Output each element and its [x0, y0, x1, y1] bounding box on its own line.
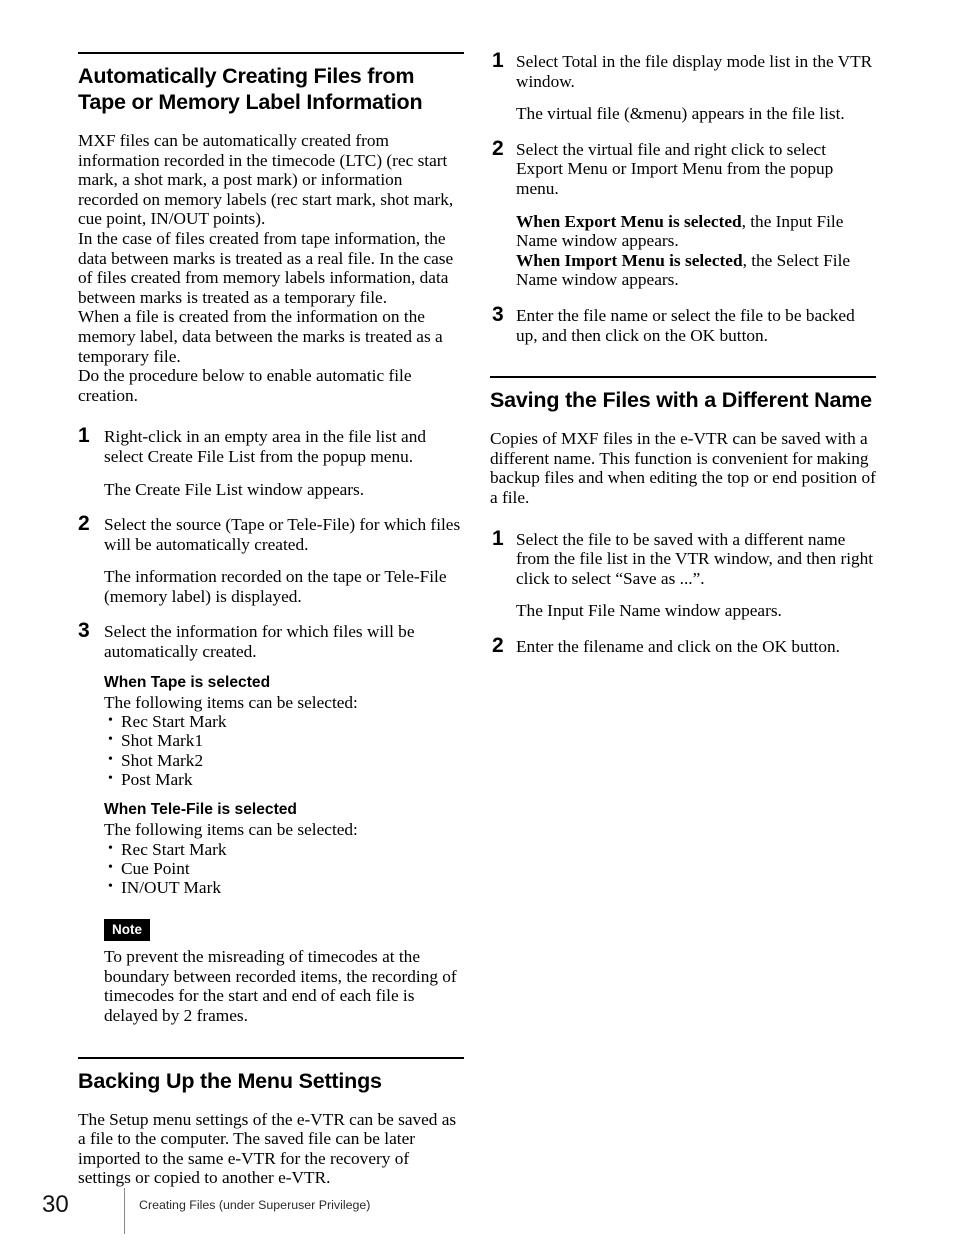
tape-items-list: Rec Start Mark Shot Mark1 Shot Mark2 Pos… [104, 711, 464, 789]
subheading-when-tele-file-is-selected: When Tele-File is selected [104, 801, 297, 819]
step-number: 3 [78, 619, 90, 643]
section-saving-files-different-name: Saving the Files with a Different Name [490, 376, 876, 413]
page-number: 30 [42, 1191, 69, 1218]
step-number: 2 [492, 633, 504, 657]
step-result: The Create File List window appears. [104, 479, 365, 499]
saving-files-intro: Copies of MXF files in the e-VTR can be … [490, 429, 876, 507]
intro-paragraph-4: Do the procedure below to enable automat… [78, 366, 412, 405]
telefile-items-list: Rec Start Mark Cue Point IN/OUT Mark [104, 839, 464, 898]
intro-paragraph-3: When a file is created from the informat… [78, 307, 443, 366]
step-text: Select the source (Tape or Tele-File) fo… [104, 515, 461, 554]
step-number: 3 [492, 302, 504, 326]
step-item: 1 Select the file to be saved with a dif… [490, 526, 876, 621]
step-text: Right-click in an empty area in the file… [104, 427, 427, 466]
step-result: The information recorded on the tape or … [104, 567, 447, 606]
list-item: Rec Start Mark [104, 711, 464, 731]
telefile-lead-text: The following items can be selected: [104, 820, 358, 840]
note-badge: Note [104, 919, 150, 942]
step-item: 1 Select Total in the file display mode … [490, 49, 876, 124]
step-item: 3 Enter the file name or select the file… [490, 302, 876, 345]
step-item: 2 Enter the filename and click on the OK… [490, 633, 876, 657]
section-backing-up-menu-settings: Backing Up the Menu Settings [78, 1056, 464, 1094]
step-result-export-import: When Export Menu is selected, the Input … [516, 212, 876, 290]
backing-up-intro: The Setup menu settings of the e-VTR can… [78, 1109, 457, 1188]
import-menu-bold: When Import Menu is selected [516, 250, 743, 270]
step-number: 2 [492, 136, 504, 160]
step-number: 1 [492, 49, 504, 72]
step-item: 2 Select the virtual file and right clic… [490, 136, 876, 290]
right-column: 1 Select Total in the file display mode … [490, 49, 876, 657]
step-item: 2 Select the source (Tape or Tele-File) … [78, 512, 464, 606]
section-title-saving-files: Saving the Files with a Different Name [490, 388, 872, 413]
note-text: To prevent the misreading of timecodes a… [104, 947, 457, 1026]
step-result: The Input File Name window appears. [516, 601, 782, 621]
section-title-backing-up: Backing Up the Menu Settings [78, 1068, 382, 1093]
section-rule [490, 376, 876, 379]
step-text: Enter the filename and click on the OK b… [516, 636, 840, 656]
list-item: Post Mark [104, 769, 464, 789]
left-column: Automatically Creating Files from Tape o… [78, 52, 464, 1188]
list-item: Shot Mark2 [104, 750, 464, 770]
intro-paragraph-1: MXF files can be automatically created f… [78, 131, 454, 229]
list-item: Shot Mark1 [104, 730, 464, 750]
step-text: Select Total in the file display mode li… [516, 52, 873, 91]
page-footer: 30 Creating Files (under Superuser Privi… [42, 1188, 922, 1240]
subheading-when-tape-is-selected: When Tape is selected [104, 673, 271, 691]
step-number: 1 [492, 526, 504, 550]
section-automatically-creating-files: Automatically Creating Files from Tape o… [78, 52, 464, 115]
step-item: 1 Right-click in an empty area in the fi… [78, 424, 464, 499]
step-result: The virtual file (&menu) appears in the … [516, 104, 845, 124]
footer-divider [124, 1188, 125, 1234]
note-block: Note To prevent the misreading of timeco… [104, 919, 464, 1025]
step-item: 3 Select the information for which files… [78, 619, 464, 1025]
document-page: Automatically Creating Files from Tape o… [0, 0, 954, 1244]
list-item: IN/OUT Mark [104, 877, 464, 897]
list-item: Cue Point [104, 858, 464, 878]
list-item: Rec Start Mark [104, 839, 464, 859]
step-number: 2 [78, 512, 90, 536]
tape-lead-text: The following items can be selected: [104, 692, 358, 712]
export-menu-bold: When Export Menu is selected [516, 211, 742, 231]
step-number: 1 [78, 424, 90, 448]
intro-paragraph-2: In the case of files created from tape i… [78, 228, 454, 307]
page-title: Automatically Creating Files from Tape o… [78, 64, 423, 114]
running-head: Creating Files (under Superuser Privileg… [139, 1198, 371, 1212]
step-text: Enter the file name or select the file t… [516, 305, 855, 345]
section-rule [78, 1056, 464, 1059]
step-text: Select the information for which files w… [104, 622, 415, 662]
step-text: Select the file to be saved with a diffe… [516, 529, 874, 588]
step-text: Select the virtual file and right click … [516, 139, 834, 198]
section-rule [78, 52, 464, 54]
